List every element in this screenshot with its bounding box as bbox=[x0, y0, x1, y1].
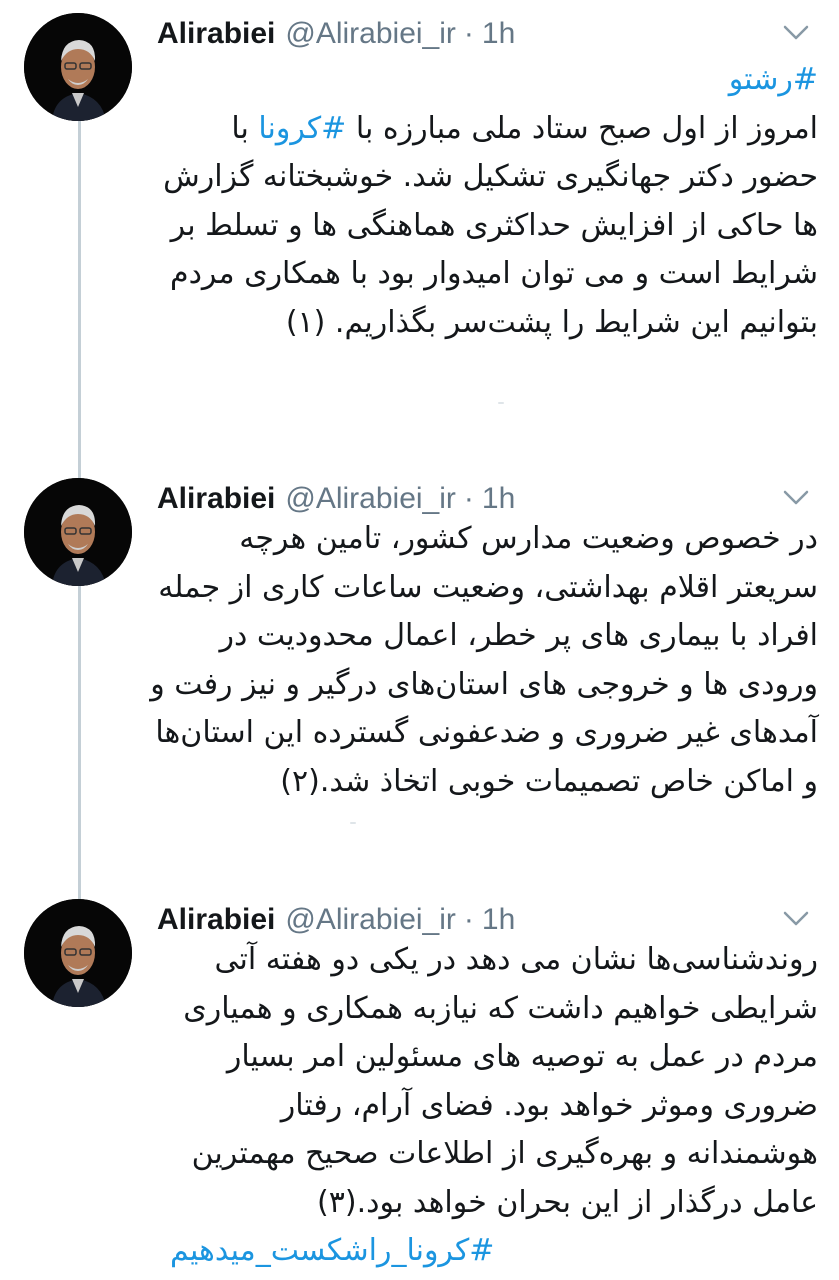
separator-dot: · bbox=[463, 903, 474, 936]
avatar[interactable] bbox=[24, 478, 132, 586]
tweet-text-body: در خصوص وضعیت مدارس کشور، تامین هرچه سری… bbox=[150, 521, 818, 799]
tweet-text-body: حضور دکتر جهانگیری تشکیل شد. خوشبختانه گ… bbox=[163, 159, 818, 340]
author-handle[interactable]: @Alirabiei_ir bbox=[285, 903, 456, 937]
text-segment: امروز از اول صبح ستاد ملی مبارزه با bbox=[346, 110, 818, 146]
author-name[interactable]: Alirabiei bbox=[157, 482, 275, 516]
author-handle[interactable]: @Alirabiei_ir bbox=[285, 482, 456, 516]
tweet-text: در خصوص وضعیت مدارس کشور، تامین هرچه سری… bbox=[150, 515, 818, 806]
hashtag-link[interactable]: #رشتو bbox=[729, 62, 818, 97]
timestamp[interactable]: 1h bbox=[482, 17, 515, 51]
avatar[interactable] bbox=[24, 899, 132, 1007]
separator-dot: · bbox=[463, 17, 474, 50]
text-segment: با bbox=[231, 110, 259, 146]
chevron-down-icon[interactable] bbox=[781, 22, 811, 44]
tweet-header: Alirabiei @Alirabiei_ir · 1h bbox=[157, 479, 515, 519]
separator-dot: · bbox=[463, 482, 474, 515]
profile-photo bbox=[24, 13, 132, 121]
tweet-text-body: روندشناسی‌ها نشان می دهد در یکی دو هفته … bbox=[183, 942, 818, 1220]
chevron-down-icon[interactable] bbox=[781, 908, 811, 930]
tweet-header: Alirabiei @Alirabiei_ir · 1h bbox=[157, 14, 515, 54]
tweet-header: Alirabiei @Alirabiei_ir · 1h bbox=[157, 900, 515, 940]
hashtag-link[interactable]: #کرونا_راشکست_میدهیم bbox=[170, 1233, 494, 1268]
tweet-text: روندشناسی‌ها نشان می دهد در یکی دو هفته … bbox=[150, 936, 818, 1276]
author-name[interactable]: Alirabiei bbox=[157, 17, 275, 51]
tweet-text: #رشتو امروز از اول صبح ستاد ملی مبارزه ب… bbox=[150, 56, 818, 347]
avatar[interactable] bbox=[24, 13, 132, 121]
timestamp[interactable]: 1h bbox=[482, 482, 515, 516]
profile-photo bbox=[24, 899, 132, 1007]
tweet-3[interactable]: Alirabiei @Alirabiei_ir · 1h روندشناسی‌ه… bbox=[0, 896, 839, 1276]
chevron-down-icon[interactable] bbox=[781, 487, 811, 509]
tweet-2[interactable]: Alirabiei @Alirabiei_ir · 1h در خصوص وضع… bbox=[0, 475, 839, 855]
divider bbox=[350, 822, 356, 824]
timestamp[interactable]: 1h bbox=[482, 903, 515, 937]
divider bbox=[498, 402, 504, 404]
author-name[interactable]: Alirabiei bbox=[157, 903, 275, 937]
author-handle[interactable]: @Alirabiei_ir bbox=[285, 17, 456, 51]
tweet-1[interactable]: Alirabiei @Alirabiei_ir · 1h #رشتو امروز… bbox=[0, 10, 839, 450]
hashtag-link[interactable]: #کرونا bbox=[258, 111, 346, 146]
tweet-text-line: امروز از اول صبح ستاد ملی مبارزه با #کرو… bbox=[150, 105, 818, 154]
profile-photo bbox=[24, 478, 132, 586]
